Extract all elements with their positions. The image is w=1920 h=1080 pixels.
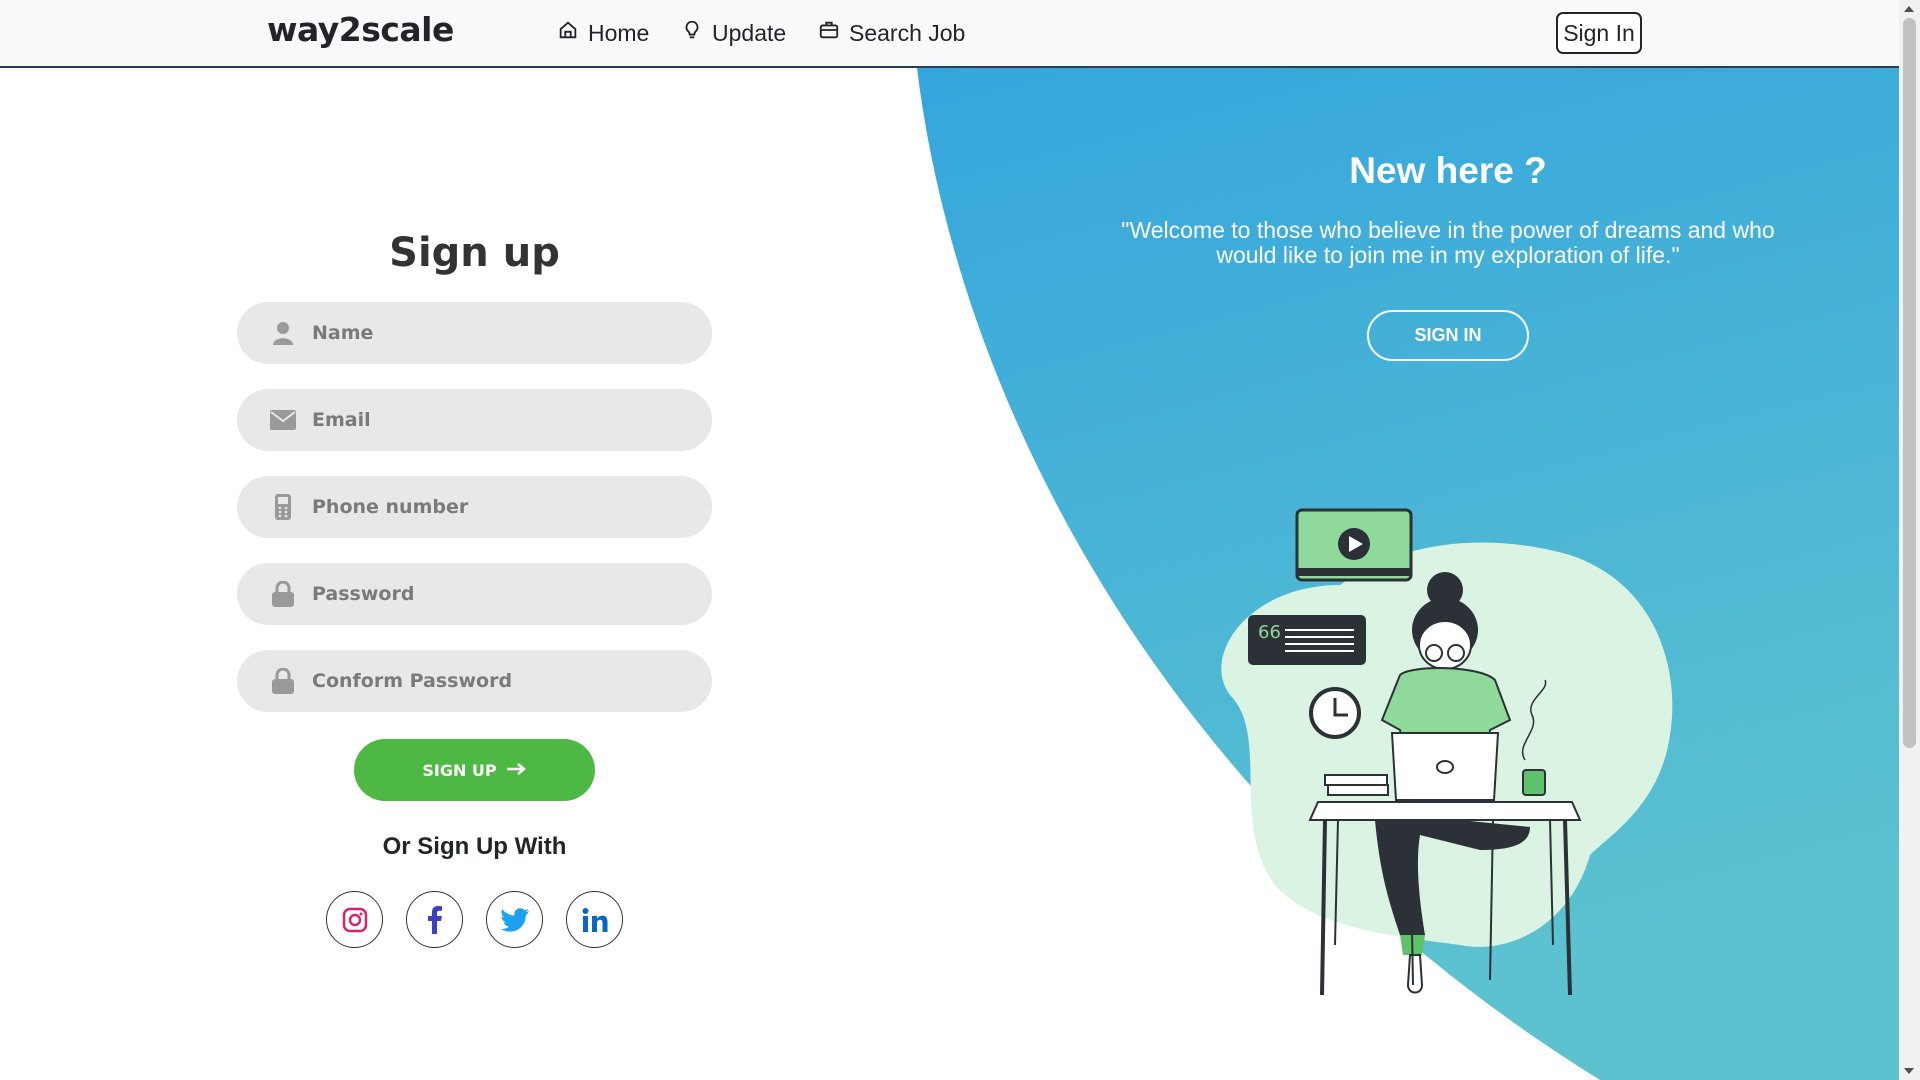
name-input[interactable]: [312, 322, 672, 344]
panel-signin-button[interactable]: SIGN IN: [1367, 310, 1529, 361]
nav-home-label: Home: [588, 19, 650, 46]
signup-button-label: SIGN UP: [422, 760, 497, 780]
social-signup-text: Or Sign Up With: [382, 833, 567, 860]
signup-button[interactable]: SIGN UP: [354, 739, 595, 801]
phone-field[interactable]: [237, 476, 712, 538]
name-field[interactable]: [237, 302, 712, 364]
nav-search-job-label: Search Job: [849, 19, 966, 46]
password-input[interactable]: [312, 583, 672, 605]
home-icon: [557, 19, 579, 47]
briefcase-icon: [818, 19, 840, 47]
confirm-password-field[interactable]: [237, 650, 712, 712]
panel-title: New here ?: [1349, 150, 1547, 191]
facebook-icon[interactable]: [406, 891, 463, 948]
twitter-icon[interactable]: [486, 891, 543, 948]
signup-form: Sign up Name Email Phone number SIGN UP …: [237, 230, 712, 948]
scroll-up-arrow-icon[interactable]: [1904, 6, 1914, 12]
email-input[interactable]: [312, 409, 672, 431]
nav-update-label: Update: [712, 19, 787, 46]
password-field[interactable]: [237, 563, 712, 625]
envelope-icon: [266, 410, 300, 430]
woman-at-laptop-illustration: 66: [1221, 508, 1673, 996]
page: way2scale Home Update Search Job Sign In…: [0, 0, 1920, 1080]
scroll-thumb[interactable]: [1903, 18, 1916, 748]
nav-home[interactable]: Home: [557, 19, 649, 47]
user-icon: [266, 321, 300, 345]
scrollbar[interactable]: [1899, 0, 1920, 1080]
navbar: way2scale Home Update Search Job Sign In: [0, 0, 1899, 68]
lightbulb-icon: [681, 19, 703, 47]
email-field[interactable]: [237, 389, 712, 451]
nav-search-job[interactable]: Search Job: [818, 19, 965, 47]
mobile-phone-icon: [266, 494, 300, 520]
brand-logo[interactable]: way2scale: [267, 10, 454, 49]
svg-text:66: 66: [1258, 622, 1281, 643]
social-icons: [237, 891, 712, 948]
welcome-panel: New here ? "Welcome to those who believe…: [1060, 150, 1836, 361]
panel-quote: "Welcome to those who believe in the pow…: [1121, 217, 1775, 268]
signin-button[interactable]: Sign In: [1556, 12, 1642, 54]
nav-update[interactable]: Update: [681, 19, 786, 47]
lock-icon: [266, 668, 300, 694]
arrow-right-icon: [506, 761, 527, 780]
form-title: Sign up: [389, 230, 560, 276]
confirm-password-input[interactable]: [312, 670, 672, 692]
instagram-icon[interactable]: [326, 891, 383, 948]
scroll-down-arrow-icon[interactable]: [1904, 1068, 1914, 1074]
lock-icon: [266, 581, 300, 607]
linkedin-icon[interactable]: [566, 891, 623, 948]
phone-input[interactable]: [312, 496, 672, 518]
